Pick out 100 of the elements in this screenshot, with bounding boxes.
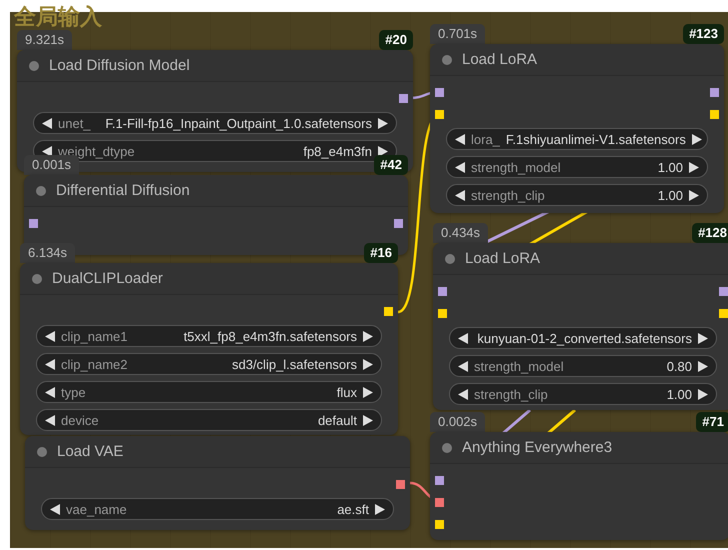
- input-slot[interactable]: [438, 308, 447, 318]
- status-dot-icon: [36, 186, 46, 196]
- right-arrow-icon[interactable]: [689, 162, 699, 172]
- node-id-badge: #128: [692, 223, 728, 243]
- left-arrow-icon[interactable]: [50, 504, 60, 514]
- node-title-bar[interactable]: Load VAE: [25, 436, 410, 468]
- right-arrow-icon[interactable]: [378, 118, 388, 128]
- widget-value: 1.00: [658, 188, 683, 202]
- left-arrow-icon[interactable]: [45, 330, 55, 342]
- right-arrow-icon[interactable]: [692, 134, 702, 144]
- widget-value: F.1-Fill-fp16_Inpaint_Outpaint_1.0.safetensors: [105, 116, 372, 130]
- right-arrow-icon[interactable]: [698, 360, 708, 372]
- output-slot[interactable]: [396, 480, 405, 488]
- widget-label: device: [61, 412, 99, 428]
- widget-label: clip_name2: [61, 356, 128, 372]
- node-title-bar[interactable]: Differential Diffusion: [24, 175, 408, 207]
- combo-widget[interactable]: strength_clip 1.00: [446, 184, 708, 206]
- combo-widget[interactable]: lora_ F.1shiyuanlimei-V1.safetensors: [446, 128, 708, 150]
- node-title: Load Diffusion Model: [49, 57, 190, 74]
- node-title: Load LoRA: [465, 250, 540, 267]
- left-arrow-icon[interactable]: [45, 386, 55, 398]
- node-panel[interactable]: Anything Everywhere3: [430, 432, 728, 540]
- combo-widget[interactable]: device default: [36, 409, 382, 431]
- node-title: Load VAE: [57, 443, 124, 460]
- node-title: Load LoRA: [462, 51, 538, 68]
- combo-widget[interactable]: clip_name2 sd3/clip_l.safetensors: [36, 353, 382, 375]
- combo-widget[interactable]: strength_model 0.80: [449, 355, 717, 377]
- combo-widget[interactable]: clip_name1 t5xxl_fp8_e4m3fn.safetensors: [36, 325, 382, 347]
- left-arrow-icon[interactable]: [458, 388, 468, 400]
- input-slot[interactable]: [435, 88, 444, 96]
- left-arrow-icon[interactable]: [42, 118, 52, 128]
- node-panel[interactable]: DualCLIPLoader clip_name1 t5xxl_fp8_e4m3fn.safetensors clip_name2 sd3/clip_l.safetensors type flux device default: [20, 263, 398, 435]
- output-slot[interactable]: [394, 218, 403, 228]
- input-slot[interactable]: [435, 476, 444, 484]
- node-title-bar[interactable]: Load LoRA: [430, 44, 724, 76]
- combo-widget[interactable]: vae_name ae.sft: [41, 498, 394, 520]
- group-title: 全局输入: [14, 6, 102, 28]
- status-dot-icon: [442, 54, 452, 64]
- node-panel[interactable]: Load VAE vae_name ae.sft: [25, 436, 410, 530]
- right-arrow-icon[interactable]: [375, 504, 385, 514]
- right-arrow-icon[interactable]: [363, 358, 373, 370]
- input-slot[interactable]: [435, 498, 444, 506]
- node-title-bar[interactable]: DualCLIPLoader: [20, 263, 398, 295]
- node-id-badge: #71: [696, 412, 728, 432]
- left-arrow-icon[interactable]: [45, 414, 55, 426]
- right-arrow-icon[interactable]: [698, 332, 708, 344]
- output-slot[interactable]: [719, 286, 728, 296]
- output-slot[interactable]: [719, 308, 728, 318]
- combo-widget[interactable]: unet_ F.1-Fill-fp16_Inpaint_Outpaint_1.0.safetensors: [33, 112, 397, 134]
- status-dot-icon: [37, 446, 47, 456]
- left-arrow-icon[interactable]: [458, 360, 468, 372]
- output-slot[interactable]: [384, 306, 393, 316]
- widget-label: vae_name: [66, 502, 127, 516]
- output-slot[interactable]: [399, 94, 408, 102]
- combo-widget[interactable]: strength_model 1.00: [446, 156, 708, 178]
- left-arrow-icon[interactable]: [458, 332, 468, 344]
- combo-widget[interactable]: kunyuan-01-2_converted.safetensors: [449, 327, 717, 349]
- status-dot-icon: [442, 442, 452, 452]
- time-badge: 0.434s: [433, 223, 488, 243]
- input-slot[interactable]: [29, 218, 38, 228]
- widget-label: strength_clip: [474, 386, 548, 402]
- time-badge: 0.001s: [24, 155, 80, 175]
- widget-value: ae.sft: [337, 502, 369, 516]
- node-panel[interactable]: Load LoRA lora_ F.1shiyuanlimei-V1.safetensors strength_model 1.00 strength_clip 1.00: [430, 44, 724, 213]
- combo-widget[interactable]: type flux: [36, 381, 382, 403]
- node-id-badge: #20: [379, 30, 413, 50]
- input-slot[interactable]: [435, 520, 444, 528]
- widget-label: strength_model: [474, 358, 564, 374]
- node-title-bar[interactable]: Anything Everywhere3: [430, 432, 728, 464]
- widget-label: strength_clip: [471, 188, 545, 202]
- widget-value: fp8_e4m3fn: [303, 144, 372, 158]
- node-id-badge: #16: [364, 243, 398, 263]
- node-panel[interactable]: Load LoRA kunyuan-01-2_converted.safetensors strength_model 0.80 strength_clip 1.00: [433, 243, 728, 410]
- left-arrow-icon[interactable]: [455, 134, 465, 144]
- node-title-bar[interactable]: Load LoRA: [433, 243, 728, 275]
- right-arrow-icon[interactable]: [689, 190, 699, 200]
- combo-widget[interactable]: strength_clip 1.00: [449, 383, 717, 405]
- left-arrow-icon[interactable]: [455, 190, 465, 200]
- widget-label: unet_: [58, 116, 91, 130]
- right-arrow-icon[interactable]: [363, 386, 373, 398]
- right-arrow-icon[interactable]: [378, 146, 388, 156]
- right-arrow-icon[interactable]: [363, 414, 373, 426]
- node-title-bar[interactable]: Load Diffusion Model: [17, 50, 413, 82]
- widget-value: 1.00: [658, 160, 683, 174]
- time-badge: 0.701s: [430, 24, 486, 44]
- widget-value: t5xxl_fp8_e4m3fn.safetensors: [184, 328, 357, 344]
- output-slot[interactable]: [710, 110, 719, 118]
- right-arrow-icon[interactable]: [698, 388, 708, 400]
- widget-value: sd3/clip_l.safetensors: [232, 356, 357, 372]
- left-arrow-icon[interactable]: [455, 162, 465, 172]
- input-slot[interactable]: [435, 110, 444, 118]
- output-slot[interactable]: [710, 88, 719, 96]
- node-title: Differential Diffusion: [56, 182, 190, 199]
- right-arrow-icon[interactable]: [363, 330, 373, 342]
- widget-label: clip_name1: [61, 328, 128, 344]
- left-arrow-icon[interactable]: [42, 146, 52, 156]
- input-slot[interactable]: [438, 286, 447, 296]
- widget-label: strength_model: [471, 160, 561, 174]
- status-dot-icon: [29, 60, 39, 70]
- left-arrow-icon[interactable]: [45, 358, 55, 370]
